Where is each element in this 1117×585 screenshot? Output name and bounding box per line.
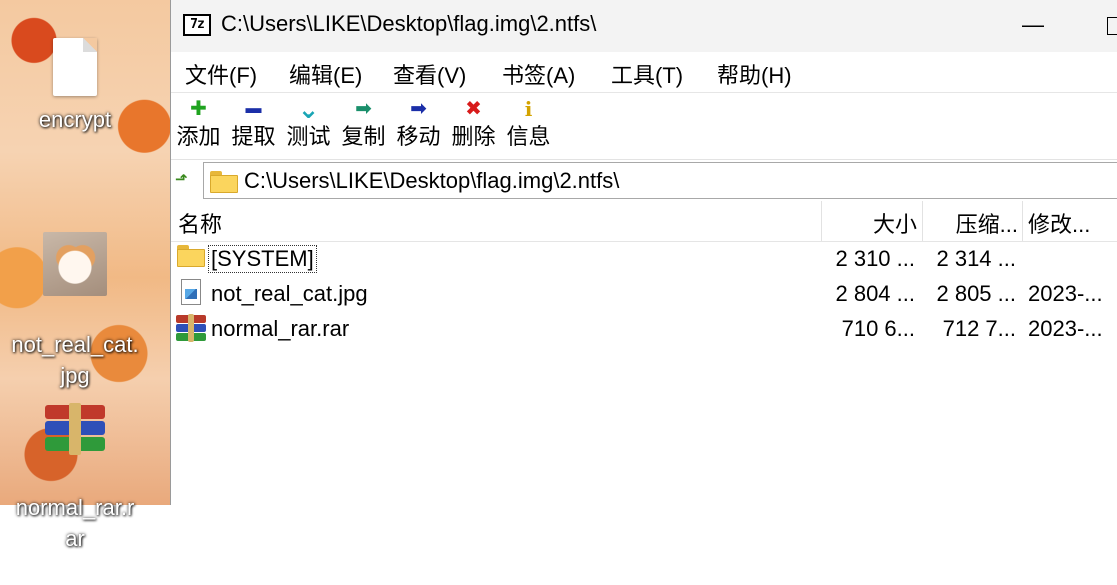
maximize-icon xyxy=(1107,17,1117,35)
desktop-icon-label: normal_rar.r ar xyxy=(15,495,135,551)
file-manager-window: 7z C:\Users\LIKE\Desktop\flag.img\2.ntfs… xyxy=(170,0,1117,505)
file-row-not-real-cat[interactable]: not_real_cat.jpg 2 804 ... 2 805 ... 202… xyxy=(171,277,1117,312)
winrar-archive-icon xyxy=(43,403,107,459)
folder-icon xyxy=(210,171,238,193)
file-size: 710 6... xyxy=(841,316,915,341)
info-icon: i xyxy=(524,97,533,121)
window-title: C:\Users\LIKE\Desktop\flag.img\2.ntfs\ xyxy=(221,11,597,36)
maximize-button[interactable] xyxy=(1096,8,1117,44)
file-packed-size: 2 314 ... xyxy=(936,246,1016,271)
test-icon: ⌄ xyxy=(297,94,320,124)
extract-button-label: 提取 xyxy=(231,124,276,149)
file-size: 2 310 ... xyxy=(835,246,915,271)
rar-archive-icon xyxy=(176,314,206,348)
move-button-label: 移动 xyxy=(396,124,441,149)
delete-button-label: 删除 xyxy=(451,124,496,149)
file-modified: 2023-... xyxy=(1028,316,1103,341)
extract-button[interactable]: ▬ 提取 xyxy=(226,95,281,151)
desktop-icon-normal-rar[interactable]: normal_rar.r ar xyxy=(0,372,150,585)
menu-edit[interactable]: 编辑(E) xyxy=(289,58,362,90)
desktop-icon-label: encrypt xyxy=(38,107,112,132)
menu-bookmarks[interactable]: 书签(A) xyxy=(502,58,575,90)
test-button-label: 测试 xyxy=(286,124,331,149)
menu-tools[interactable]: 工具(T) xyxy=(611,58,683,90)
move-button[interactable]: ➡ 移动 xyxy=(391,95,446,151)
desktop-background: encrypt not_real_cat. jpg normal_rar.r a… xyxy=(0,0,170,551)
folder-icon xyxy=(177,245,205,273)
image-file-icon xyxy=(181,279,201,311)
column-header-modified[interactable]: 修改... xyxy=(1028,207,1090,239)
blank-file-icon xyxy=(53,38,97,96)
address-input[interactable]: C:\Users\LIKE\Desktop\flag.img\2.ntfs\ xyxy=(203,162,1117,199)
7zip-logo-icon: 7z xyxy=(183,14,211,36)
address-bar: ⬏ C:\Users\LIKE\Desktop\flag.img\2.ntfs\ xyxy=(171,159,1117,202)
cat-photo-thumbnail xyxy=(43,232,107,296)
address-path: C:\Users\LIKE\Desktop\flag.img\2.ntfs\ xyxy=(244,168,620,193)
copy-button[interactable]: ➡ 复制 xyxy=(336,95,391,151)
test-button[interactable]: ⌄ 测试 xyxy=(281,95,336,151)
info-button-label: 信息 xyxy=(506,124,551,149)
add-icon: ✚ xyxy=(190,98,207,120)
column-headers: 名称 大小 压缩... 修改... xyxy=(171,201,1117,242)
delete-button[interactable]: ✖ 删除 xyxy=(446,95,501,151)
desktop-icon-encrypt[interactable]: encrypt xyxy=(0,38,150,135)
file-size: 2 804 ... xyxy=(835,281,915,306)
file-packed-size: 712 7... xyxy=(942,316,1016,341)
copy-button-label: 复制 xyxy=(341,124,386,149)
title-bar[interactable]: 7z C:\Users\LIKE\Desktop\flag.img\2.ntfs… xyxy=(171,0,1117,52)
copy-icon: ➡ xyxy=(355,98,372,120)
menu-view[interactable]: 查看(V) xyxy=(393,58,466,90)
move-icon: ➡ xyxy=(410,98,427,120)
menu-file[interactable]: 文件(F) xyxy=(185,58,257,90)
file-row-normal-rar[interactable]: normal_rar.rar 710 6... 712 7... 2023-..… xyxy=(171,312,1117,347)
file-packed-size: 2 805 ... xyxy=(936,281,1016,306)
file-name: not_real_cat.jpg xyxy=(211,281,368,306)
file-row-system[interactable]: [SYSTEM] 2 310 ... 2 314 ... xyxy=(171,242,1117,277)
extract-icon: ▬ xyxy=(245,100,262,117)
up-folder-icon[interactable]: ⬏ xyxy=(175,171,193,189)
file-name: normal_rar.rar xyxy=(211,316,350,341)
delete-icon: ✖ xyxy=(465,98,482,120)
file-list: 名称 大小 压缩... 修改... [SYSTEM] 2 310 ... 2 3… xyxy=(171,201,1117,505)
menu-help[interactable]: 帮助(H) xyxy=(717,58,792,90)
add-button-label: 添加 xyxy=(176,124,221,149)
minimize-button[interactable]: — xyxy=(1013,8,1053,44)
toolbar: ✚ 添加 ▬ 提取 ⌄ 测试 ➡ 复制 ➡ 移动 ✖ 删除 i 信息 xyxy=(171,92,1117,159)
add-button[interactable]: ✚ 添加 xyxy=(171,95,226,151)
column-header-name[interactable]: 名称 xyxy=(178,207,222,239)
file-modified: 2023-... xyxy=(1028,281,1103,306)
column-header-size[interactable]: 大小 xyxy=(821,207,917,239)
file-name: [SYSTEM] xyxy=(208,245,317,273)
column-header-packed[interactable]: 压缩... xyxy=(922,207,1018,239)
menu-bar: 文件(F) 编辑(E) 查看(V) 书签(A) 工具(T) 帮助(H) xyxy=(171,52,1117,92)
info-button[interactable]: i 信息 xyxy=(501,95,556,151)
